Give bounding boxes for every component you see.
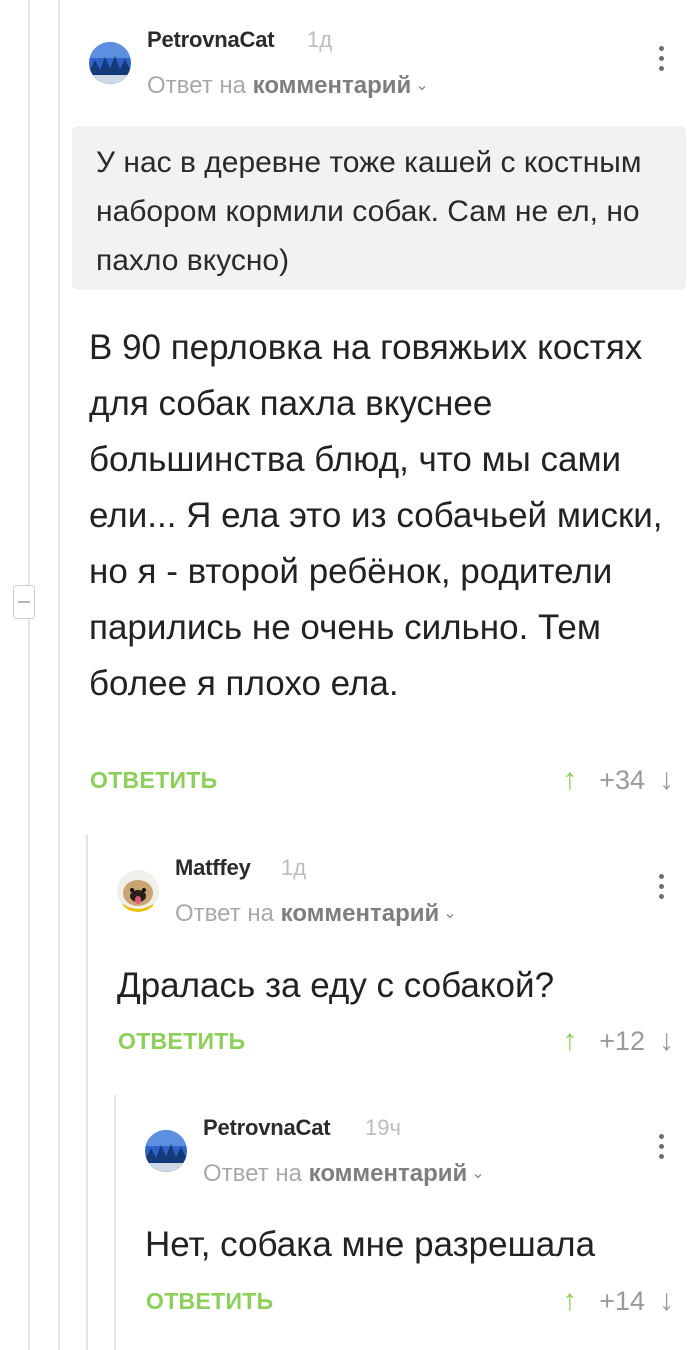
reply-to: Ответ на комментарий ⌄	[203, 1160, 485, 1188]
thread-line-level-1	[58, 0, 60, 1350]
vote-score: +34	[599, 764, 645, 795]
thread-line-level-2	[86, 835, 88, 1350]
reply-to-link[interactable]: комментарий	[281, 900, 440, 927]
reply-to-prefix: Ответ на	[203, 1160, 302, 1187]
arrow-down-icon[interactable]: ↓	[659, 1284, 674, 1318]
thread-line-root	[28, 0, 30, 1350]
kebab-menu-icon[interactable]	[657, 1134, 665, 1164]
vote-controls: ↑ +34 ↓	[562, 762, 674, 798]
comment-time: 1д	[307, 27, 333, 52]
avatar[interactable]	[117, 870, 159, 912]
vote-controls: ↑ +12 ↓	[562, 1023, 674, 1059]
reply-to-link[interactable]: комментарий	[253, 72, 412, 99]
thread-line-level-3	[114, 1095, 116, 1350]
reply-to-prefix: Ответ на	[147, 72, 246, 99]
quoted-comment[interactable]: У нас в деревне тоже кашей с костным наб…	[72, 126, 686, 290]
chevron-down-icon[interactable]: ⌄	[471, 1163, 484, 1183]
collapse-thread-button[interactable]	[13, 585, 35, 619]
arrow-down-icon[interactable]: ↓	[659, 763, 674, 797]
vote-controls: ↑ +14 ↓	[562, 1283, 674, 1319]
comment-author[interactable]: PetrovnaCat	[203, 1115, 331, 1141]
chevron-down-icon[interactable]: ⌄	[443, 903, 456, 923]
avatar[interactable]	[89, 42, 131, 84]
vote-score: +14	[599, 1285, 645, 1316]
comment-author[interactable]: Matffey	[175, 855, 251, 881]
comment-time: 1д	[281, 855, 307, 880]
reply-to-prefix: Ответ на	[175, 900, 274, 927]
reply-to-link[interactable]: комментарий	[309, 1160, 468, 1187]
comment-text: Дралась за еду с собакой?	[117, 966, 555, 1005]
arrow-up-icon[interactable]: ↑	[562, 1284, 577, 1318]
kebab-menu-icon[interactable]	[657, 46, 665, 76]
avatar[interactable]	[145, 1130, 187, 1172]
chevron-down-icon[interactable]: ⌄	[415, 75, 428, 95]
reply-to: Ответ на комментарий ⌄	[147, 72, 429, 100]
comment-text: Нет, собака мне разрешала	[145, 1225, 596, 1264]
comment-time: 19ч	[365, 1115, 401, 1140]
reply-button[interactable]: ОТВЕТИТЬ	[146, 1288, 273, 1315]
comment-author[interactable]: PetrovnaCat	[147, 27, 275, 53]
vote-score: +12	[599, 1025, 645, 1056]
comment-text: В 90 перловка на говяжьих костях для соб…	[89, 328, 663, 703]
kebab-menu-icon[interactable]	[657, 874, 665, 904]
arrow-down-icon[interactable]: ↓	[659, 1024, 674, 1058]
arrow-up-icon[interactable]: ↑	[562, 1024, 577, 1058]
reply-to: Ответ на комментарий ⌄	[175, 900, 457, 928]
reply-button[interactable]: ОТВЕТИТЬ	[90, 767, 217, 794]
arrow-up-icon[interactable]: ↑	[562, 763, 577, 797]
reply-button[interactable]: ОТВЕТИТЬ	[118, 1028, 245, 1055]
